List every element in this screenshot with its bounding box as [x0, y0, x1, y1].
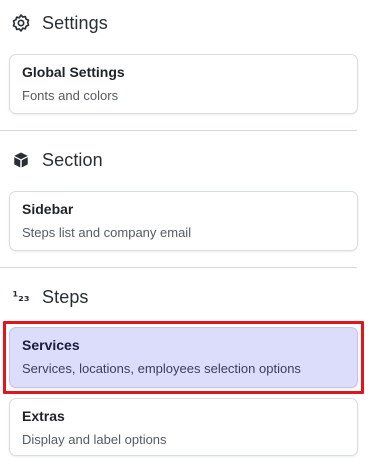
steps-card-extras[interactable]: Extras Display and label options	[9, 398, 358, 456]
divider	[0, 267, 357, 268]
section-title: Settings	[42, 12, 108, 33]
card-title: Global Settings	[22, 64, 125, 80]
steps-card-services[interactable]: Services Services, locations, employees …	[9, 327, 358, 388]
card-subtitle: Services, locations, employees selection…	[22, 361, 301, 376]
steps-section-header: ¹₂₃ Steps	[10, 285, 89, 309]
card-title: Sidebar	[22, 201, 74, 217]
gear-icon	[10, 12, 32, 34]
customize-panel: Settings Global Settings Fonts and color…	[0, 0, 369, 461]
section-title: Section	[42, 149, 103, 170]
card-subtitle: Display and label options	[22, 432, 167, 447]
card-title: Services	[22, 337, 80, 353]
numbered-list-icon: ¹₂₃	[12, 289, 30, 305]
settings-section-header: Settings	[10, 11, 108, 35]
section-card-sidebar[interactable]: Sidebar Steps list and company email	[9, 191, 358, 251]
section-title: Steps	[42, 286, 89, 307]
card-subtitle: Fonts and colors	[22, 88, 119, 103]
section-section-header: Section	[10, 148, 103, 172]
settings-card-global-settings[interactable]: Global Settings Fonts and colors	[9, 54, 358, 114]
card-title: Extras	[22, 408, 65, 424]
divider	[0, 130, 357, 131]
cube-icon	[10, 149, 32, 171]
card-subtitle: Steps list and company email	[22, 225, 192, 240]
